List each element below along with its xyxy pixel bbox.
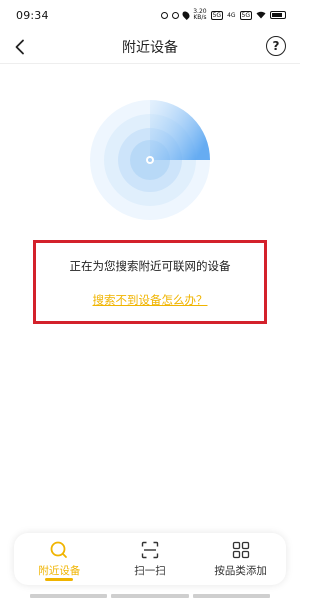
grid-icon: [232, 541, 249, 558]
status-bar: 09:34 3.20 KB/s 5G 4G 5G: [0, 0, 300, 30]
network-speed: 3.20 KB/s: [193, 8, 207, 21]
status-time: 09:34: [16, 8, 49, 22]
network-badge-1: 5G: [210, 10, 224, 20]
clock-icon: [172, 11, 180, 19]
signal-label-2: 4G: [227, 11, 236, 19]
bottom-tab-bar: 附近设备 扫一扫 按品类添加: [14, 533, 286, 585]
tab-label: 附近设备: [38, 564, 81, 577]
header: 附近设备 ?: [0, 30, 300, 64]
gesture-bar-segment: [192, 594, 270, 598]
help-button[interactable]: ?: [266, 36, 286, 56]
scan-icon: [141, 541, 159, 558]
radar-scan-icon: [90, 100, 210, 220]
alarm-icon: [161, 11, 169, 19]
gesture-bar: [30, 594, 270, 598]
back-button[interactable]: [10, 37, 30, 57]
gesture-bar-segment: [30, 594, 108, 598]
not-found-help-link[interactable]: 搜索不到设备怎么办？: [93, 292, 208, 308]
tab-add-by-category[interactable]: 按品类添加: [195, 533, 286, 585]
help-question-icon: ?: [272, 39, 280, 53]
search-status-text: 正在为您搜索附近可联网的设备: [69, 259, 231, 273]
tab-scan[interactable]: 扫一扫: [105, 533, 196, 585]
chevron-left-icon: [15, 39, 24, 55]
gesture-bar-segment: [111, 594, 189, 598]
wifi-icon: [256, 11, 266, 19]
tab-label: 扫一扫: [134, 564, 166, 577]
status-icons: 3.20 KB/s 5G 4G 5G: [161, 9, 286, 21]
network-badge-3: 5G: [239, 10, 252, 20]
search-message-box: 正在为您搜索附近可联网的设备 搜索不到设备怎么办？: [33, 240, 267, 324]
active-tab-indicator: [45, 578, 74, 581]
tab-nearby-devices[interactable]: 附近设备: [14, 533, 105, 585]
search-icon: [50, 541, 68, 558]
page-title: 附近设备: [122, 39, 178, 56]
location-icon: [181, 10, 192, 20]
screen: 09:34 3.20 KB/s 5G 4G 5G 附近设备 ? 正在为您搜索附近…: [0, 0, 300, 600]
tab-label: 按品类添加: [214, 564, 267, 577]
battery-icon: [270, 11, 286, 19]
